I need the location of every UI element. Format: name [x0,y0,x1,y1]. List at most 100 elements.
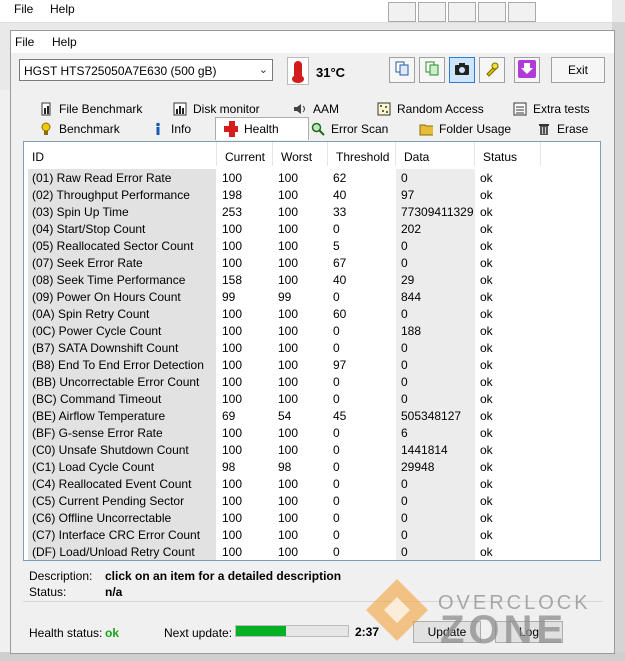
table-row[interactable]: (C1) Load Cycle Count 98 98 0 29948 ok [24,458,600,475]
download-button[interactable] [514,57,540,83]
cell-status: ok [480,273,493,287]
cell-data: 77309411329 [396,203,475,220]
table-row[interactable]: (BE) Airflow Temperature 69 54 45 505348127 o… [24,407,600,424]
table-row[interactable]: (C7) Interface CRC Error Count 100 100 0 0 ok [24,526,600,543]
table-row[interactable]: (BB) Uncorrectable Error Count 100 100 0 0 ok [24,373,600,390]
tab-label: AAM [313,102,340,116]
cell-data: 0 [396,169,475,186]
column-header-data[interactable]: Data [396,142,475,166]
tab-random-access[interactable]: Random Access [377,99,484,119]
cell-data: 0 [396,356,475,373]
file-benchmark-icon [39,102,53,116]
tab-erase[interactable]: Erase [537,119,588,139]
tab-aam[interactable]: AAM [293,99,339,119]
disk-monitor-icon [173,102,187,116]
table-row[interactable]: (DF) Load/Unload Retry Count 100 100 0 0 ok [24,543,600,560]
cell-current: 98 [222,460,236,474]
column-header-worst[interactable]: Worst [273,142,328,166]
options-button[interactable] [479,57,505,83]
cell-current: 100 [222,375,243,389]
table-row[interactable]: (B8) End To End Error Detection 100 100 97 0… [24,356,600,373]
table-row[interactable]: (BC) Command Timeout 100 100 0 0 ok [24,390,600,407]
cell-worst: 100 [278,188,299,202]
drive-select[interactable]: HGST HTS725050A7E630 (500 gB) ⌄ [19,59,273,81]
cell-data: 29948 [396,458,475,475]
table-row[interactable]: (C0) Unsafe Shutdown Count 100 100 0 1441814… [24,441,600,458]
background-menu-help[interactable]: Help [50,2,75,16]
tab-row-bottom: Benchmark Info Health Error Scan Folder … [29,117,609,140]
cell-worst: 100 [278,528,299,542]
cell-id: (03) Spin Up Time [28,203,216,220]
tab-file-benchmark[interactable]: File Benchmark [39,99,142,119]
table-row[interactable]: (08) Seek Time Performance 158 100 40 29 ok [24,271,600,288]
copy-button[interactable] [389,57,415,83]
download-icon [518,59,536,81]
table-row[interactable]: (04) Start/Stop Count 100 100 0 202 ok [24,220,600,237]
cell-status: ok [480,341,493,355]
description-value: click on an item for a detailed descript… [105,569,342,583]
background-tool-button[interactable] [418,2,446,22]
tab-error-scan[interactable]: Error Scan [311,119,388,139]
table-row[interactable]: (BF) G-sense Error Rate 100 100 0 6 ok [24,424,600,441]
table-row[interactable]: (C4) Reallocated Event Count 100 100 0 0 ok [24,475,600,492]
column-header-status[interactable]: Status [475,142,541,166]
background-tool-button[interactable] [388,2,416,22]
background-tool-button[interactable] [448,2,476,22]
table-row[interactable]: (01) Raw Read Error Rate 100 100 62 0 ok [24,169,600,186]
table-row[interactable]: (05) Reallocated Sector Count 100 100 5 0 ok [24,237,600,254]
cell-threshold: 0 [333,290,340,304]
cell-threshold: 0 [333,528,340,542]
background-menu-file[interactable]: File [14,2,33,16]
table-row[interactable]: (03) Spin Up Time 253 100 33 77309411329 ok [24,203,600,220]
cell-worst: 100 [278,426,299,440]
table-row[interactable]: (0C) Power Cycle Count 100 100 0 188 ok [24,322,600,339]
cell-status: ok [480,409,493,423]
menu-file[interactable]: File [15,35,34,49]
cell-status: ok [480,494,493,508]
menu-help[interactable]: Help [52,35,77,49]
screenshot-button[interactable] [449,57,475,83]
cell-data: 0 [396,339,475,356]
copy-screen-button[interactable] [419,57,445,83]
tab-benchmark[interactable]: Benchmark [39,119,120,139]
table-row[interactable]: (0A) Spin Retry Count 100 100 60 0 ok [24,305,600,322]
table-row[interactable]: (07) Seek Error Rate 100 100 67 0 ok [24,254,600,271]
cell-status: ok [480,324,493,338]
tab-info[interactable]: Info [151,119,191,139]
table-row[interactable]: (C5) Current Pending Sector 100 100 0 0 ok [24,492,600,509]
table-row[interactable]: (B7) SATA Downshift Count 100 100 0 0 ok [24,339,600,356]
cell-status: ok [480,188,493,202]
smart-attribute-table[interactable]: ID Current Worst Threshold Data Status (… [23,141,601,561]
tab-extra-tests[interactable]: Extra tests [513,99,590,119]
cell-status: ok [480,460,493,474]
cell-threshold: 0 [333,545,340,559]
cell-worst: 100 [278,222,299,236]
cell-data: 505348127 [396,407,475,424]
table-row[interactable]: (09) Power On Hours Count 99 99 0 844 ok [24,288,600,305]
tab-folder-usage[interactable]: Folder Usage [419,119,511,139]
tab-disk-monitor[interactable]: Disk monitor [173,99,260,119]
cell-threshold: 33 [333,205,347,219]
cell-worst: 100 [278,341,299,355]
background-tool-button[interactable] [508,2,536,22]
column-header-id[interactable]: ID [24,142,217,166]
cell-worst: 100 [278,494,299,508]
cell-current: 100 [222,392,243,406]
column-header-threshold[interactable]: Threshold [328,142,396,166]
background-tool-button[interactable] [478,2,506,22]
cell-threshold: 67 [333,256,347,270]
cell-data: 0 [396,373,475,390]
log-button[interactable]: Log [495,621,563,643]
cell-current: 253 [222,205,243,219]
cell-threshold: 0 [333,494,340,508]
exit-button[interactable]: Exit [551,57,605,83]
column-header-current[interactable]: Current [217,142,273,166]
table-row[interactable]: (02) Throughput Performance 198 100 40 97 ok [24,186,600,203]
cell-data: 1441814 [396,441,475,458]
table-row[interactable]: (C6) Offline Uncorrectable 100 100 0 0 ok [24,509,600,526]
cell-data: 0 [396,254,475,271]
cell-id: (BC) Command Timeout [28,390,216,407]
cell-worst: 100 [278,324,299,338]
tab-health[interactable]: Health [215,117,309,140]
update-button[interactable]: Update [413,621,481,643]
